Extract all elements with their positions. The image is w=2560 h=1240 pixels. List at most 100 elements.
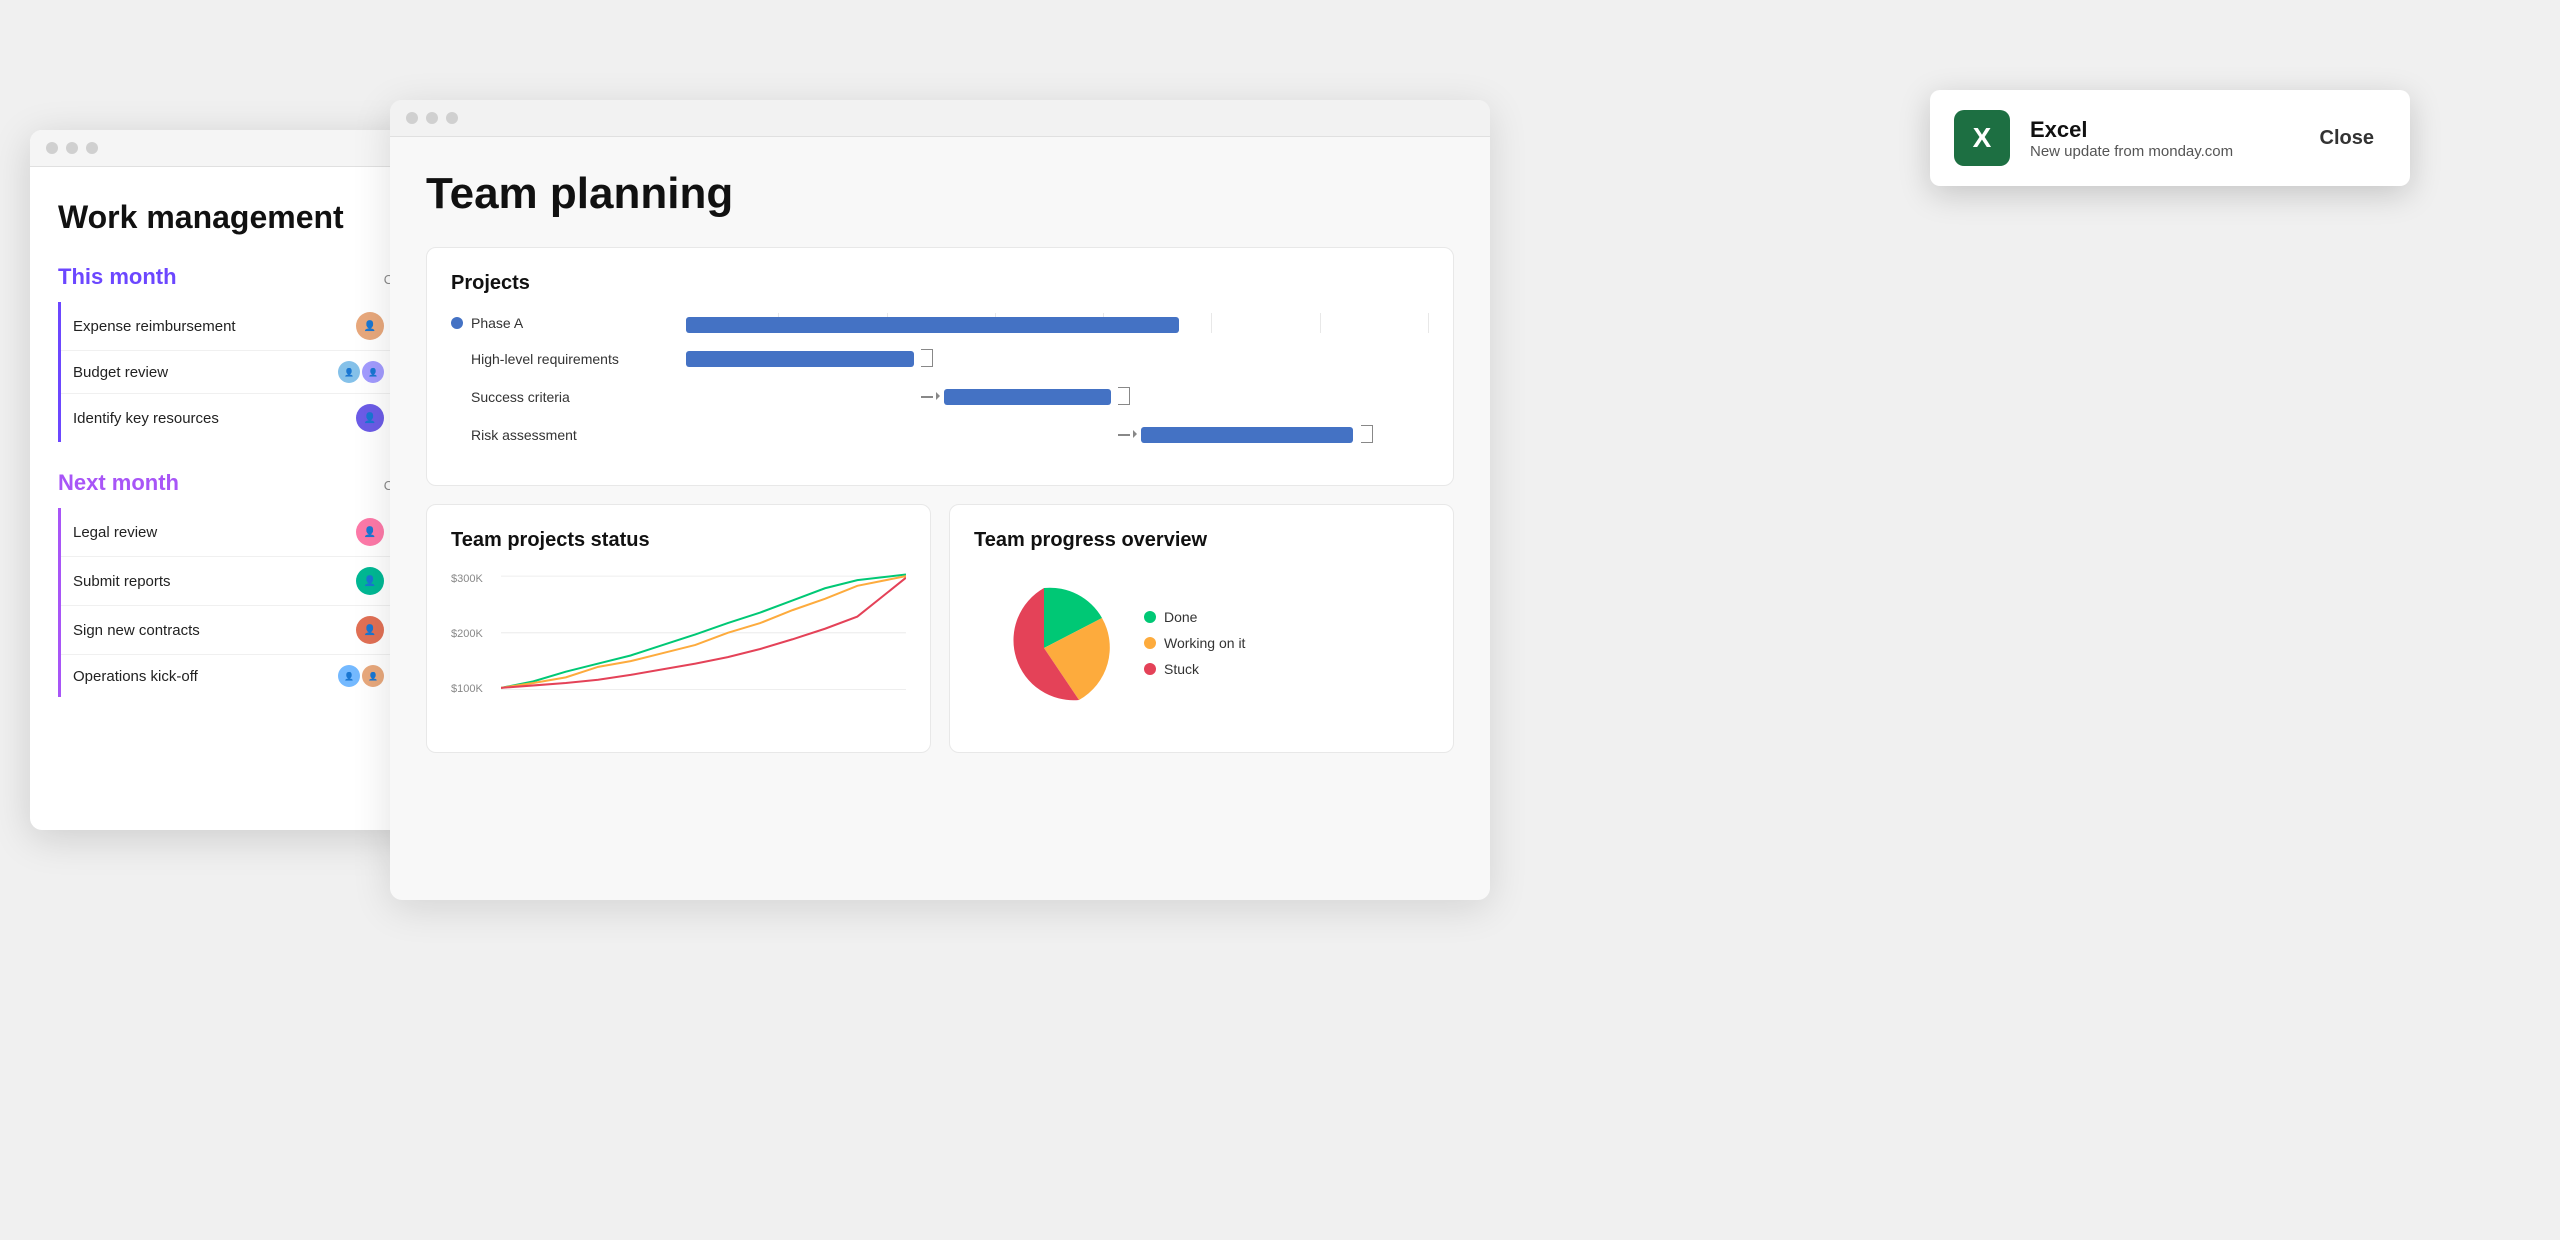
gantt-arrow-line-2	[1118, 434, 1130, 436]
gantt-bar	[1141, 427, 1353, 443]
avatar: 👤	[356, 567, 384, 595]
gantt-row-hlr: High-level requirements	[451, 347, 1429, 371]
task-name: Expense reimbursement	[73, 318, 356, 335]
excel-x-letter: X	[1973, 122, 1992, 154]
stuck-label: Stuck	[1164, 661, 1199, 677]
table-row: Legal review 👤	[61, 508, 422, 557]
work-management-window: Work management This month Owner Expense…	[30, 130, 450, 830]
gantt-connector-3	[1361, 425, 1373, 443]
work-management-title: Work management	[58, 199, 422, 236]
team-planning-title: Team planning	[426, 169, 1454, 219]
pie-legend: Done Working on it Stuck	[1144, 609, 1245, 687]
task-name: Identify key resources	[73, 410, 356, 427]
team-status-title: Team projects status	[451, 529, 906, 552]
avatar: 👤	[338, 361, 360, 383]
gantt-bar	[686, 351, 913, 367]
table-row: Identify key resources 👤	[61, 394, 422, 442]
team-progress-title: Team progress overview	[974, 529, 1429, 552]
y-label-100: $100K	[451, 683, 483, 695]
work-window-titlebar	[30, 130, 450, 167]
avatar: 👤	[356, 404, 384, 432]
avatar: 👤	[362, 665, 384, 687]
titlebar-dot-3	[86, 142, 98, 154]
done-dot	[1144, 611, 1156, 623]
this-month-task-list: Expense reimbursement 👤 Budget review 👤 …	[58, 302, 422, 442]
gantt-row-phase-a: Phase A	[451, 313, 1429, 333]
notification-close-button[interactable]: Close	[2308, 123, 2386, 154]
avatar: 👤	[338, 665, 360, 687]
projects-card-title: Projects	[451, 272, 1429, 295]
this-month-label: This month	[58, 264, 177, 290]
gantt-label: Phase A	[451, 315, 671, 331]
gantt-row-sc: Success criteria	[451, 385, 1429, 409]
table-row: Operations kick-off 👤 👤	[61, 655, 422, 697]
avatar: 👤	[356, 616, 384, 644]
legend-item-stuck: Stuck	[1144, 661, 1245, 677]
phase-dot-icon	[451, 317, 463, 329]
gantt-arrow-line	[921, 396, 933, 398]
gantt-label: High-level requirements	[451, 351, 671, 367]
done-label: Done	[1164, 609, 1197, 625]
next-month-task-list: Legal review 👤 Submit reports 👤 Sign new…	[58, 508, 422, 697]
gantt-label: Success criteria	[451, 389, 671, 405]
gantt-chart-area	[671, 423, 1429, 447]
gantt-chart-area	[671, 347, 1429, 371]
task-name: Operations kick-off	[73, 668, 338, 685]
titlebar-dot-2	[426, 112, 438, 124]
line-chart-svg	[501, 568, 906, 698]
notification-content: Excel New update from monday.com	[2030, 117, 2288, 160]
legend-item-done: Done	[1144, 609, 1245, 625]
excel-notification: X Excel New update from monday.com Close	[1930, 90, 2410, 186]
ra-label: Risk assessment	[471, 427, 577, 443]
avatar: 👤	[356, 312, 384, 340]
hlr-label: High-level requirements	[471, 351, 619, 367]
working-label: Working on it	[1164, 635, 1245, 651]
table-row: Expense reimbursement 👤	[61, 302, 422, 351]
excel-app-icon: X	[1954, 110, 2010, 166]
table-row: Budget review 👤 👤	[61, 351, 422, 394]
gantt-connector	[921, 349, 933, 367]
team-progress-card: Team progress overview Done	[949, 504, 1454, 753]
notification-title: Excel	[2030, 117, 2288, 143]
avatar: 👤	[356, 518, 384, 546]
stuck-dot	[1144, 663, 1156, 675]
projects-card: Projects Phase A	[426, 247, 1454, 486]
gantt-chart-area	[671, 313, 1429, 333]
task-name: Legal review	[73, 524, 356, 541]
legend-item-working: Working on it	[1144, 635, 1245, 651]
task-name: Budget review	[73, 364, 338, 381]
gantt-bar	[686, 317, 1179, 333]
gantt-label: Risk assessment	[451, 427, 671, 443]
titlebar-dot-3	[446, 112, 458, 124]
this-month-header: This month Owner	[58, 264, 422, 290]
table-row: Sign new contracts 👤	[61, 606, 422, 655]
team-window-titlebar	[390, 100, 1490, 137]
notification-subtitle: New update from monday.com	[2030, 143, 2288, 160]
bottom-cards-row: Team projects status $300K $200K $100K	[426, 504, 1454, 753]
gantt-chart-area	[671, 385, 1429, 409]
avatar-group: 👤 👤	[338, 361, 384, 383]
pie-chart-area: Done Working on it Stuck	[974, 568, 1429, 728]
team-status-card: Team projects status $300K $200K $100K	[426, 504, 931, 753]
gantt-row-ra: Risk assessment	[451, 423, 1429, 447]
table-row: Submit reports 👤	[61, 557, 422, 606]
phase-a-label: Phase A	[471, 315, 523, 331]
y-label-200: $200K	[451, 628, 483, 640]
titlebar-dot-1	[406, 112, 418, 124]
team-planning-window: Team planning Projects Phase A	[390, 100, 1490, 900]
gantt-table: Phase A High-level	[451, 313, 1429, 447]
working-dot	[1144, 637, 1156, 649]
next-month-header: Next month Owner	[58, 470, 422, 496]
titlebar-dot-1	[46, 142, 58, 154]
gantt-connector-2	[1118, 387, 1130, 405]
sc-label: Success criteria	[471, 389, 570, 405]
task-name: Submit reports	[73, 573, 356, 590]
titlebar-dot-2	[66, 142, 78, 154]
avatar: 👤	[362, 361, 384, 383]
task-name: Sign new contracts	[73, 622, 356, 639]
next-month-label: Next month	[58, 470, 179, 496]
line-chart-area: $300K $200K $100K	[451, 568, 906, 728]
avatar-group: 👤 👤	[338, 665, 384, 687]
pie-chart-svg	[974, 578, 1114, 718]
gantt-bar	[944, 389, 1111, 405]
